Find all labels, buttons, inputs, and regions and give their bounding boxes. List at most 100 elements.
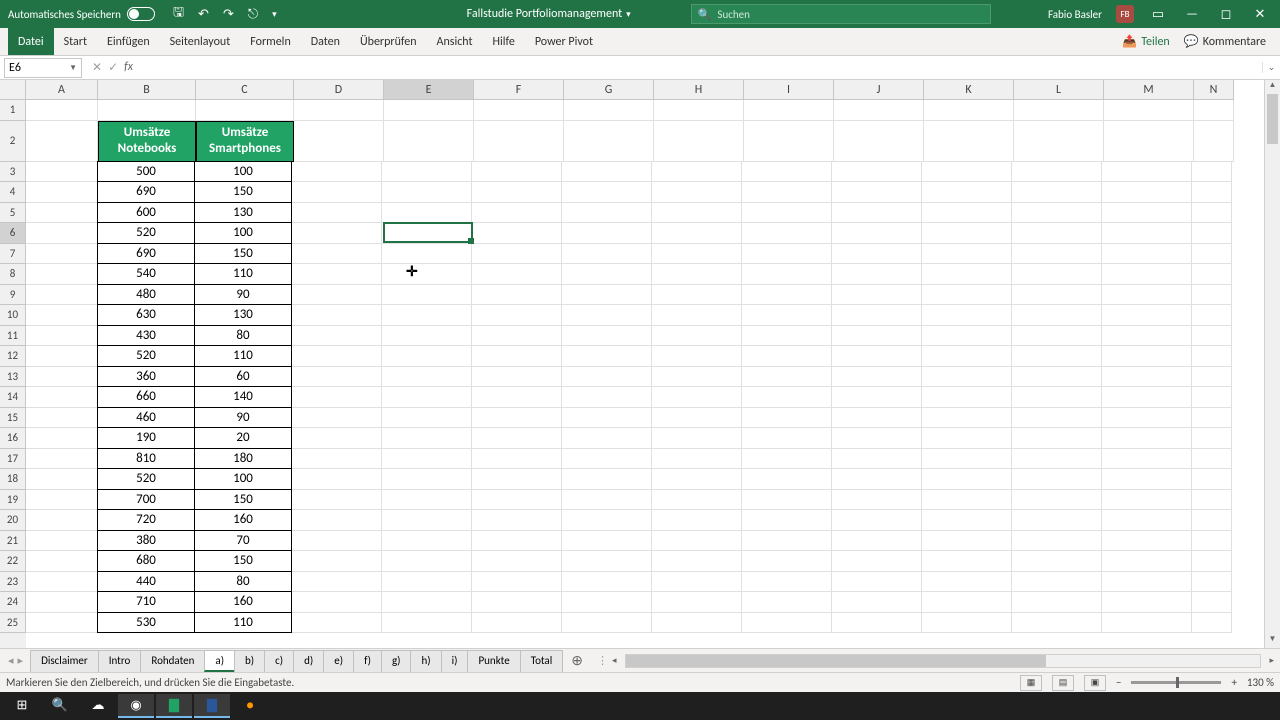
cell-C18[interactable]: 100 (194, 468, 292, 490)
cell-F12[interactable] (472, 346, 562, 367)
toggle-switch-icon[interactable] (127, 7, 155, 21)
cell-C4[interactable]: 150 (194, 181, 292, 203)
cell-L14[interactable] (1012, 387, 1102, 408)
cell-G13[interactable] (562, 367, 652, 388)
cell-D16[interactable] (292, 428, 382, 449)
cell-A20[interactable] (26, 510, 98, 531)
cell-K23[interactable] (922, 572, 1012, 593)
row-header-23[interactable]: 23 (0, 572, 26, 593)
cell-D19[interactable] (292, 490, 382, 511)
spreadsheet-grid[interactable]: ABCDEFGHIJKLMN 1234567891011121314151617… (0, 80, 1280, 648)
cell-H7[interactable] (652, 244, 742, 265)
cell-M2[interactable] (1104, 121, 1194, 162)
cancel-formula-icon[interactable]: ✕ (92, 60, 102, 75)
cell-A9[interactable] (26, 285, 98, 306)
cell-L8[interactable] (1012, 264, 1102, 285)
cell-I19[interactable] (742, 490, 832, 511)
cell-I12[interactable] (742, 346, 832, 367)
cell-K16[interactable] (922, 428, 1012, 449)
cell-J6[interactable] (832, 223, 922, 244)
cell-I22[interactable] (742, 551, 832, 572)
cell-E15[interactable] (382, 408, 472, 429)
formula-input[interactable] (143, 58, 1262, 78)
user-name[interactable]: Fabio Basler (1048, 8, 1102, 21)
cell-D8[interactable] (292, 264, 382, 285)
row-header-5[interactable]: 5 (0, 203, 26, 224)
cell-M24[interactable] (1102, 592, 1192, 613)
cell-A16[interactable] (26, 428, 98, 449)
cell-B21[interactable]: 380 (97, 530, 195, 552)
add-sheet-button[interactable]: ⊕ (563, 652, 591, 669)
cell-H13[interactable] (652, 367, 742, 388)
cell-G20[interactable] (562, 510, 652, 531)
cell-K14[interactable] (922, 387, 1012, 408)
cell-K9[interactable] (922, 285, 1012, 306)
cell-K10[interactable] (922, 305, 1012, 326)
cell-K4[interactable] (922, 182, 1012, 203)
cell-E3[interactable] (382, 162, 472, 183)
cell-E17[interactable] (382, 449, 472, 470)
formula-expand-icon[interactable]: ⌄ (1262, 62, 1280, 73)
cell-A15[interactable] (26, 408, 98, 429)
cell-F7[interactable] (472, 244, 562, 265)
row-header-19[interactable]: 19 (0, 490, 26, 511)
cell-E20[interactable] (382, 510, 472, 531)
cell-L24[interactable] (1012, 592, 1102, 613)
cell-N8[interactable] (1192, 264, 1232, 285)
horizontal-scrollbar[interactable] (625, 654, 1262, 668)
cell-N3[interactable] (1192, 162, 1232, 183)
cell-J9[interactable] (832, 285, 922, 306)
cell-M20[interactable] (1102, 510, 1192, 531)
cell-E8[interactable] (382, 264, 472, 285)
cell-I9[interactable] (742, 285, 832, 306)
cell-L25[interactable] (1012, 613, 1102, 634)
row-header-25[interactable]: 25 (0, 613, 26, 634)
cell-J23[interactable] (832, 572, 922, 593)
cell-I16[interactable] (742, 428, 832, 449)
cell-B8[interactable]: 540 (97, 263, 195, 285)
accept-formula-icon[interactable]: ✓ (108, 60, 118, 75)
column-headers[interactable]: ABCDEFGHIJKLMN (26, 80, 1234, 100)
cell-E2[interactable] (384, 121, 474, 162)
cell-C12[interactable]: 110 (194, 345, 292, 367)
cell-K3[interactable] (922, 162, 1012, 183)
cell-D14[interactable] (292, 387, 382, 408)
cell-J7[interactable] (832, 244, 922, 265)
cell-D18[interactable] (292, 469, 382, 490)
cell-M9[interactable] (1102, 285, 1192, 306)
cell-K7[interactable] (922, 244, 1012, 265)
row-header-14[interactable]: 14 (0, 387, 26, 408)
cell-N12[interactable] (1192, 346, 1232, 367)
cell-L6[interactable] (1012, 223, 1102, 244)
cell-K12[interactable] (922, 346, 1012, 367)
cell-K6[interactable] (922, 223, 1012, 244)
cell-D25[interactable] (292, 613, 382, 634)
cell-G24[interactable] (562, 592, 652, 613)
cell-G2[interactable] (564, 121, 654, 162)
cell-G11[interactable] (562, 326, 652, 347)
cell-J11[interactable] (832, 326, 922, 347)
cell-A10[interactable] (26, 305, 98, 326)
zoom-in-icon[interactable]: + (1231, 676, 1236, 689)
normal-view-icon[interactable]: ▦ (1020, 675, 1042, 691)
cell-I8[interactable] (742, 264, 832, 285)
cell-A3[interactable] (26, 162, 98, 183)
cell-K15[interactable] (922, 408, 1012, 429)
cell-B3[interactable]: 500 (97, 161, 195, 183)
cell-C23[interactable]: 80 (194, 571, 292, 593)
cell-A19[interactable] (26, 490, 98, 511)
cell-J10[interactable] (832, 305, 922, 326)
cell-B11[interactable]: 430 (97, 325, 195, 347)
sheet-tab-intro[interactable]: Intro (98, 650, 142, 672)
cell-B18[interactable]: 520 (97, 468, 195, 490)
qat-more-icon[interactable]: ▾ (272, 9, 277, 20)
cell-G8[interactable] (562, 264, 652, 285)
cell-J19[interactable] (832, 490, 922, 511)
cell-E22[interactable] (382, 551, 472, 572)
cell-E1[interactable] (384, 100, 474, 121)
cell-M5[interactable] (1102, 203, 1192, 224)
cell-D12[interactable] (292, 346, 382, 367)
row-header-21[interactable]: 21 (0, 531, 26, 552)
cell-N4[interactable] (1192, 182, 1232, 203)
cell-N5[interactable] (1192, 203, 1232, 224)
